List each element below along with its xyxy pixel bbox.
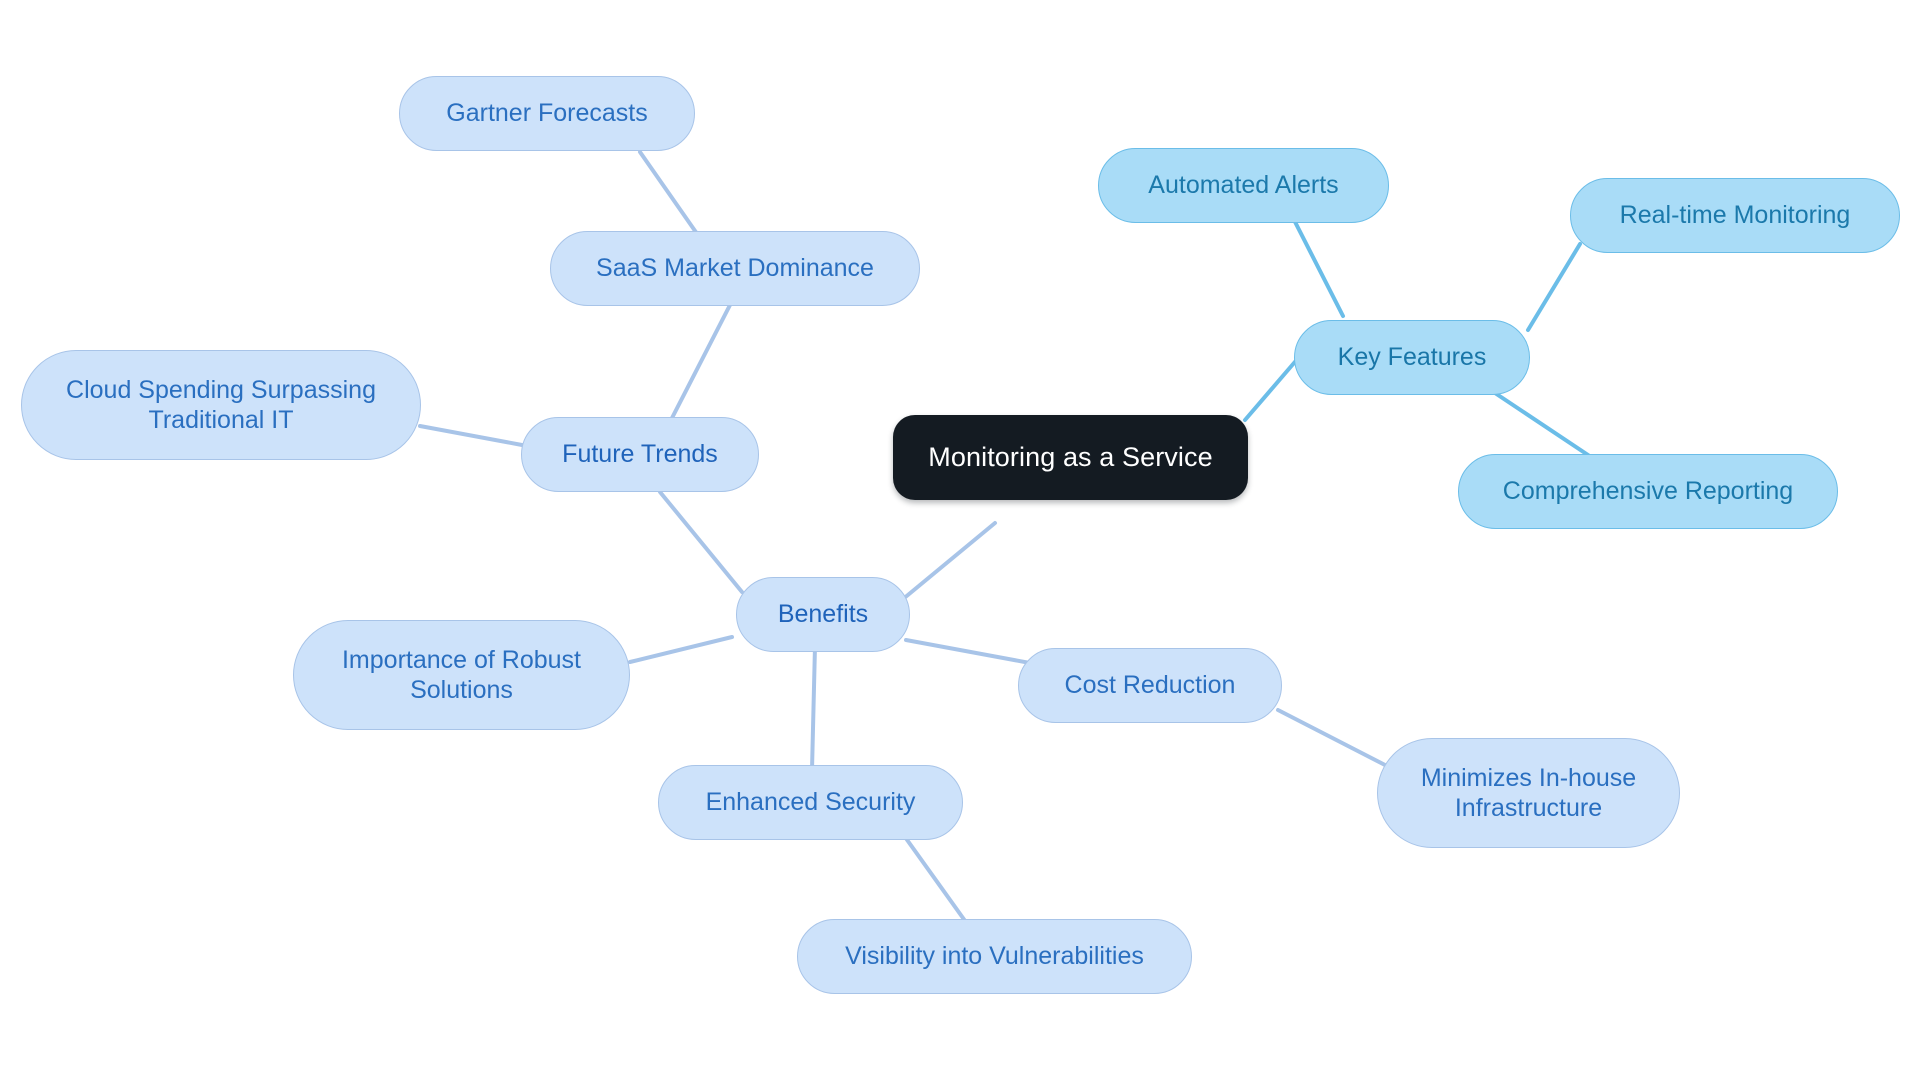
edge-key-features-comprehensive-reporting — [1487, 387, 1602, 465]
mindmap-canvas: Monitoring as a Service Key Features Aut… — [0, 0, 1920, 1083]
node-key-features[interactable]: Key Features — [1294, 320, 1530, 395]
edge-root-benefits — [895, 521, 997, 606]
node-visibility-vulnerabilities[interactable]: Visibility into Vulnerabilities — [797, 919, 1192, 994]
node-saas-market-dominance[interactable]: SaaS Market Dominance — [550, 231, 920, 306]
edge-benefits-importance-robust — [628, 635, 734, 664]
node-cost-reduction[interactable]: Cost Reduction — [1018, 648, 1282, 723]
node-benefits[interactable]: Benefits — [736, 577, 910, 652]
node-comprehensive-reporting[interactable]: Comprehensive Reporting — [1458, 454, 1838, 529]
edge-benefits-cost-reduction — [904, 638, 1032, 665]
node-gartner-forecasts[interactable]: Gartner Forecasts — [399, 76, 695, 151]
edge-future-trends-saas-market — [670, 303, 732, 420]
edge-root-key-features — [1243, 354, 1302, 422]
edge-benefits-future-trends — [658, 490, 744, 594]
edge-future-trends-cloud-spending — [418, 424, 524, 447]
edge-benefits-enhanced-security — [810, 644, 817, 772]
node-automated-alerts[interactable]: Automated Alerts — [1098, 148, 1389, 223]
node-root[interactable]: Monitoring as a Service — [893, 415, 1248, 500]
edge-enhanced-security-visibility-vulnerabilities — [898, 828, 970, 927]
node-future-trends[interactable]: Future Trends — [521, 417, 759, 492]
node-importance-robust-solutions[interactable]: Importance of Robust Solutions — [293, 620, 630, 730]
edge-cost-reduction-minimizes-infrastructure — [1276, 708, 1387, 767]
edge-saas-market-gartner-forecasts — [638, 150, 702, 240]
node-enhanced-security[interactable]: Enhanced Security — [658, 765, 963, 840]
edge-key-features-automated-alerts — [1288, 210, 1345, 318]
node-cloud-spending-surpassing-traditional-it[interactable]: Cloud Spending Surpassing Traditional IT — [21, 350, 421, 460]
edge-key-features-realtime-monitoring — [1526, 242, 1582, 332]
node-realtime-monitoring[interactable]: Real-time Monitoring — [1570, 178, 1900, 253]
node-minimizes-infrastructure[interactable]: Minimizes In-house Infrastructure — [1377, 738, 1680, 848]
